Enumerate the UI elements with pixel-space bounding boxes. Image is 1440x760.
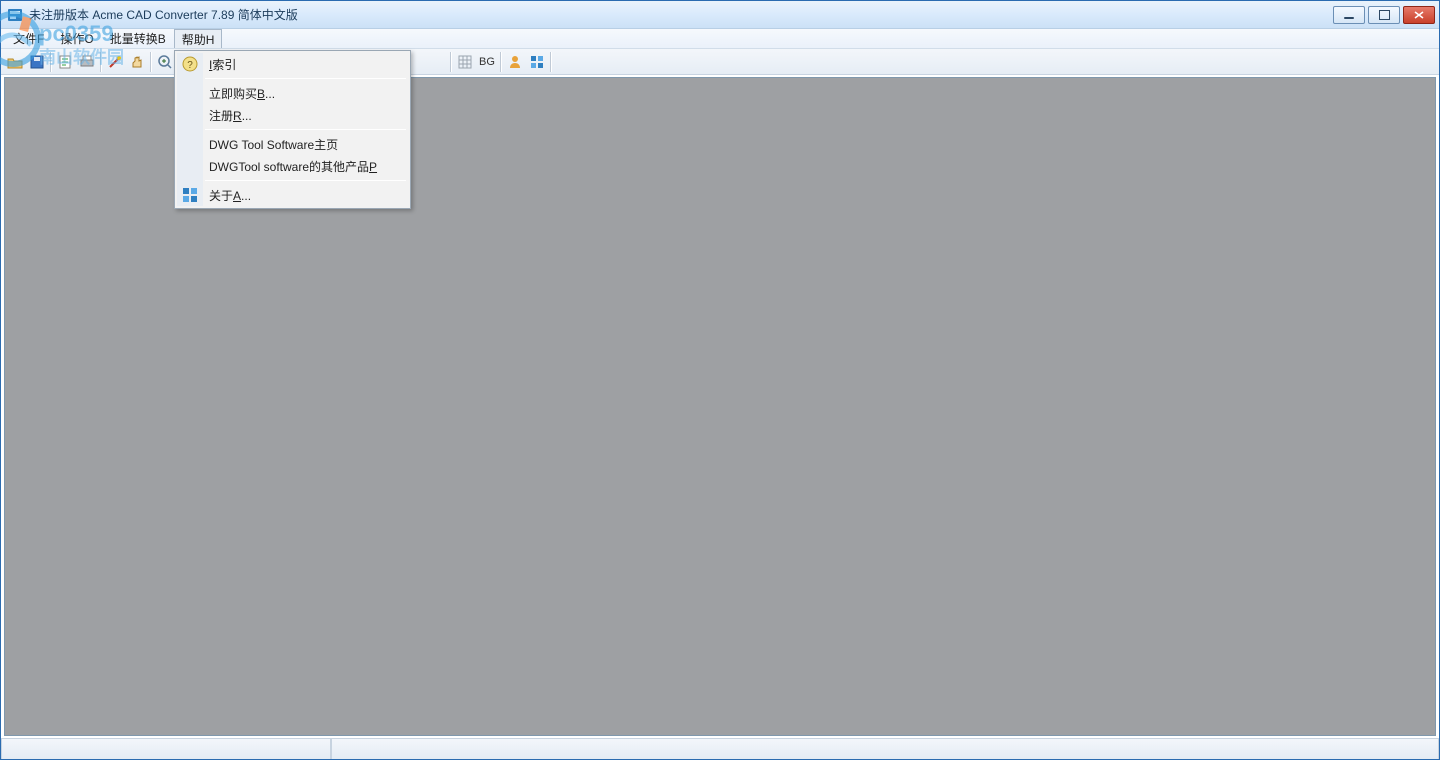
hand-icon[interactable] — [126, 51, 148, 73]
status-segment — [1, 739, 331, 759]
zoom-plus-icon[interactable] — [154, 51, 176, 73]
menu-help[interactable]: 帮助H — [174, 29, 223, 48]
window-buttons — [1333, 6, 1439, 24]
menu-batch[interactable]: 批量转换B — [102, 29, 174, 48]
open-icon[interactable] — [4, 51, 26, 73]
menu-separator — [205, 78, 406, 79]
window-frame: pc0359 南山软件园 未注册版本 Acme CAD Converter 7.… — [0, 0, 1440, 760]
toolbar-separator — [100, 52, 102, 72]
menu-item-homepage[interactable]: DWG Tool Software主页 — [177, 133, 408, 155]
about-icon — [182, 187, 198, 203]
menu-item-index[interactable]: ? I索引 — [177, 53, 408, 75]
wand-icon[interactable] — [104, 51, 126, 73]
status-bar — [1, 738, 1439, 759]
maximize-button[interactable] — [1368, 6, 1400, 24]
menu-item-register[interactable]: 注册R... — [177, 104, 408, 126]
menubar: 文件F 操作O 批量转换B 帮助H — [1, 29, 1439, 49]
about-toolbar-icon[interactable] — [526, 51, 548, 73]
menu-file[interactable]: 文件F — [5, 29, 52, 48]
print-doc-icon[interactable] — [54, 51, 76, 73]
toolbar-separator — [550, 52, 552, 72]
person-icon[interactable] — [504, 51, 526, 73]
window-title: 未注册版本 Acme CAD Converter 7.89 简体中文版 — [29, 6, 298, 23]
menu-operate[interactable]: 操作O — [52, 29, 101, 48]
menu-item-buy-now[interactable]: 立即购买B... — [177, 82, 408, 104]
minimize-button[interactable] — [1333, 6, 1365, 24]
grid-icon[interactable] — [454, 51, 476, 73]
toolbar-separator — [500, 52, 502, 72]
help-dropdown: ? I索引 立即购买B... 注册R... DWG Tool Software主… — [174, 50, 411, 209]
svg-text:?: ? — [187, 60, 193, 71]
bg-label[interactable]: BG — [476, 56, 498, 68]
menu-separator — [205, 129, 406, 130]
close-button[interactable] — [1403, 6, 1435, 24]
toolbar-separator — [150, 52, 152, 72]
app-icon — [7, 7, 23, 23]
toolbar-separator — [50, 52, 52, 72]
menu-item-about[interactable]: 关于A... — [177, 184, 408, 206]
status-segment — [331, 739, 1439, 759]
toolbar-separator — [450, 52, 452, 72]
help-icon: ? — [182, 56, 198, 72]
save-blue-icon[interactable] — [26, 51, 48, 73]
title-bar: 未注册版本 Acme CAD Converter 7.89 简体中文版 — [1, 1, 1439, 29]
menu-separator — [205, 180, 406, 181]
print-icon[interactable] — [76, 51, 98, 73]
menu-item-other-products[interactable]: DWGTool software的其他产品P — [177, 155, 408, 177]
